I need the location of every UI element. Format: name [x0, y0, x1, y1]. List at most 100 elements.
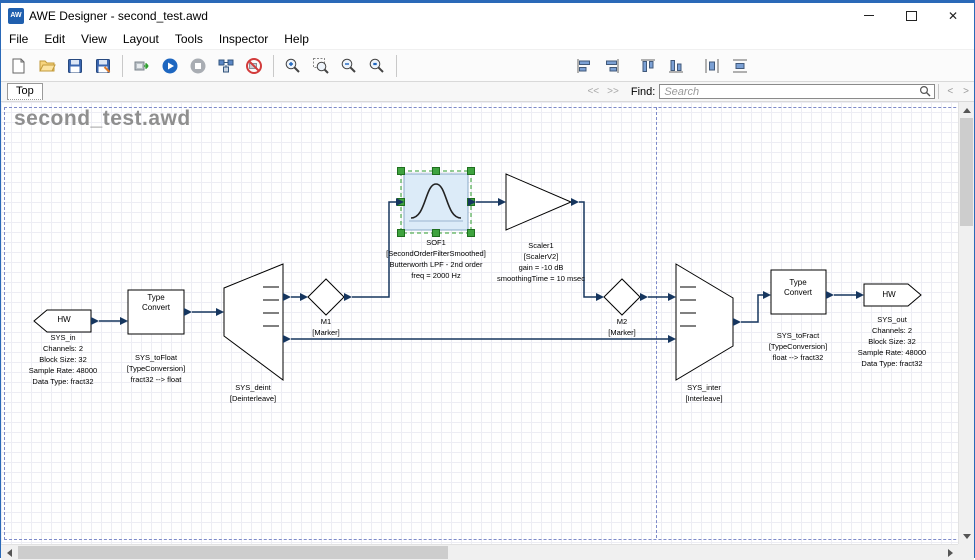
- menu-tools[interactable]: Tools: [167, 32, 211, 46]
- menu-file[interactable]: File: [1, 32, 36, 46]
- horizontal-scroll-thumb[interactable]: [18, 546, 448, 559]
- signal-wire[interactable]: [352, 202, 396, 297]
- propagate-icon: [217, 57, 235, 75]
- m1-block[interactable]: [308, 279, 344, 315]
- sys-inter-block[interactable]: [676, 264, 733, 380]
- save-icon: [66, 57, 84, 75]
- open-button[interactable]: [34, 53, 60, 79]
- align-right-icon: [603, 57, 621, 75]
- zoom-selection-button[interactable]: [308, 53, 334, 79]
- maximize-icon: [906, 11, 917, 21]
- new-design-button[interactable]: [6, 53, 32, 79]
- down-arrow-icon: [963, 534, 971, 539]
- stop-button[interactable]: [185, 53, 211, 79]
- save-as-button[interactable]: [90, 53, 116, 79]
- close-button[interactable]: ✕: [932, 3, 974, 28]
- input-pin: [216, 308, 224, 316]
- output-pin: [91, 317, 99, 325]
- zoom-actual-icon: [368, 57, 386, 75]
- connect-target-icon: [133, 57, 151, 75]
- zoom-in-button[interactable]: [280, 53, 306, 79]
- align-right-button[interactable]: [599, 53, 625, 79]
- zoom-out-button[interactable]: [336, 53, 362, 79]
- minimize-icon: [864, 15, 874, 16]
- input-pin: [668, 293, 676, 301]
- output-pin: [826, 291, 834, 299]
- find-box: [659, 84, 935, 99]
- toolbar-separator: [122, 55, 123, 77]
- scroll-up-button[interactable]: [959, 102, 974, 118]
- design-canvas[interactable]: second_test.awd: [1, 102, 958, 544]
- menu-layout[interactable]: Layout: [115, 32, 167, 46]
- signal-wire[interactable]: [741, 295, 763, 322]
- scroll-down-button[interactable]: [959, 528, 974, 544]
- tab-bar: Top << >> Find: < >: [1, 82, 974, 102]
- distribute-horizontal-icon: [703, 57, 721, 75]
- align-top-icon: [639, 57, 657, 75]
- align-bottom-button[interactable]: [663, 53, 689, 79]
- halt-button[interactable]: [241, 53, 267, 79]
- main-area: second_test.awd: [1, 102, 974, 544]
- app-window: AW AWE Designer - second_test.awd ✕ File…: [0, 0, 975, 558]
- right-arrow-icon: [948, 549, 953, 557]
- propagate-button[interactable]: [213, 53, 239, 79]
- toolbar: [1, 50, 974, 82]
- output-pin: [733, 318, 741, 326]
- menu-inspector[interactable]: Inspector: [211, 32, 276, 46]
- sys-in-block[interactable]: [34, 310, 91, 332]
- input-pin: [596, 293, 604, 301]
- sys-tofloat-block[interactable]: [128, 290, 184, 334]
- nav-back-button[interactable]: <<: [583, 86, 603, 97]
- signal-wire[interactable]: [579, 202, 596, 297]
- vertical-scrollbar[interactable]: [958, 102, 974, 544]
- run-button[interactable]: [157, 53, 183, 79]
- stop-icon: [189, 57, 207, 75]
- menu-bar: File Edit View Layout Tools Inspector He…: [1, 28, 974, 50]
- maximize-button[interactable]: [890, 3, 932, 28]
- menu-edit[interactable]: Edit: [36, 32, 73, 46]
- halt-icon: [245, 57, 263, 75]
- input-pin: [120, 317, 128, 325]
- align-left-button[interactable]: [571, 53, 597, 79]
- toolbar-separator: [273, 55, 274, 77]
- search-input[interactable]: [659, 84, 935, 99]
- sof1-block[interactable]: [404, 174, 468, 230]
- open-folder-icon: [38, 57, 56, 75]
- distribute-vertical-icon: [731, 57, 749, 75]
- schematic-layer: [1, 102, 958, 544]
- run-icon: [161, 57, 179, 75]
- tab-scroll-left-button[interactable]: <: [942, 86, 958, 97]
- up-arrow-icon: [963, 108, 971, 113]
- align-bottom-icon: [667, 57, 685, 75]
- tab-top[interactable]: Top: [7, 83, 43, 100]
- sys-deint-block[interactable]: [224, 264, 283, 380]
- minimize-button[interactable]: [848, 3, 890, 28]
- input-pin: [300, 293, 308, 301]
- zoom-out-icon: [340, 57, 358, 75]
- distribute-vertical-button[interactable]: [727, 53, 753, 79]
- find-label: Find:: [631, 86, 655, 98]
- tab-scroll-right-button[interactable]: >: [958, 86, 974, 97]
- wires: [99, 202, 856, 339]
- zoom-in-icon: [284, 57, 302, 75]
- left-arrow-icon: [7, 549, 12, 557]
- distribute-horizontal-button[interactable]: [699, 53, 725, 79]
- search-icon[interactable]: [919, 85, 932, 98]
- scaler1-block[interactable]: [506, 174, 571, 230]
- menu-view[interactable]: View: [73, 32, 115, 46]
- zoom-actual-button[interactable]: [364, 53, 390, 79]
- sys-out-block[interactable]: [864, 284, 921, 306]
- app-icon: AW: [8, 8, 24, 24]
- sys-tofract-block[interactable]: [771, 270, 826, 314]
- input-pin: [668, 335, 676, 343]
- save-button[interactable]: [62, 53, 88, 79]
- title-bar: AW AWE Designer - second_test.awd ✕: [1, 3, 974, 28]
- connect-target-button[interactable]: [129, 53, 155, 79]
- vertical-scroll-thumb[interactable]: [960, 118, 973, 226]
- menu-help[interactable]: Help: [276, 32, 317, 46]
- m2-block[interactable]: [604, 279, 640, 315]
- input-pin: [763, 291, 771, 299]
- input-pin: [498, 198, 506, 206]
- align-top-button[interactable]: [635, 53, 661, 79]
- nav-forward-button[interactable]: >>: [603, 86, 623, 97]
